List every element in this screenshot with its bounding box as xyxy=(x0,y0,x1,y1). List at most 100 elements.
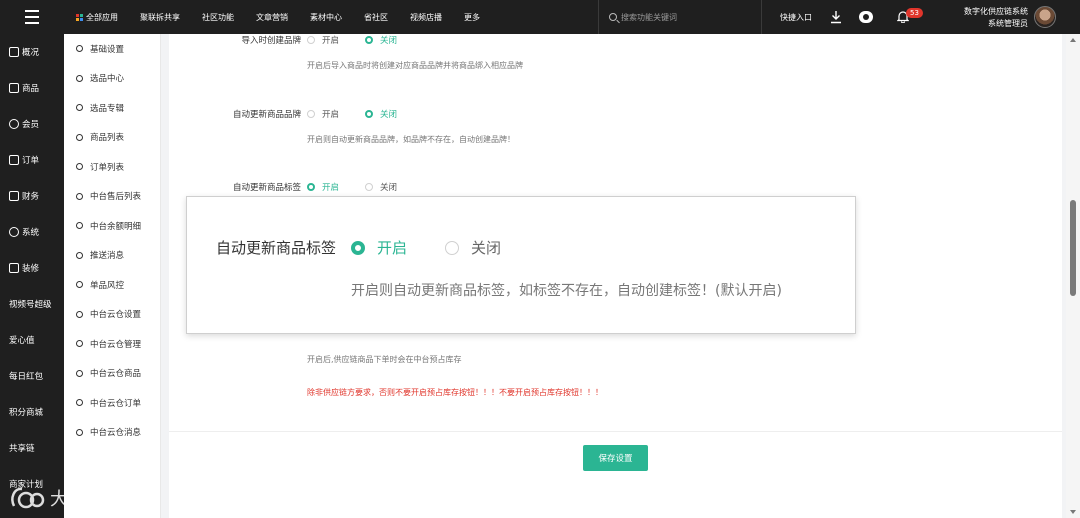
quick-entry-link[interactable]: 快捷入口 xyxy=(780,12,812,23)
user-info[interactable]: 数字化供应链系统 系统管理员 xyxy=(964,6,1028,30)
sidebar-item-share-chain[interactable]: 共享链 xyxy=(0,430,64,466)
goods-icon xyxy=(9,83,19,93)
submenu-item-label: 基础设置 xyxy=(90,44,125,55)
zoom-auto-update-tag-off-radio[interactable]: 关闭 xyxy=(445,237,501,258)
circle-icon xyxy=(76,45,83,53)
sidebar-item-label: 订单 xyxy=(22,156,40,166)
scroll-down-icon[interactable] xyxy=(1070,510,1076,514)
submenu-item-label: 商品列表 xyxy=(90,133,125,144)
apps-icon xyxy=(76,13,83,21)
radio-label: 关闭 xyxy=(380,183,398,193)
finance-icon xyxy=(9,191,19,201)
sidebar-item-love-value[interactable]: 爱心值 xyxy=(0,322,64,358)
submenu-item-label: 中台云仓商品 xyxy=(90,369,142,380)
submenu-item-basic-settings[interactable]: 基础设置 xyxy=(64,34,160,64)
nav-all-apps[interactable]: 全部应用 xyxy=(76,12,118,23)
sidebar-item-label: 商品 xyxy=(22,84,40,94)
submenu-item-label: 中台云仓订单 xyxy=(90,398,142,409)
import-create-brand-hint: 开启后导入商品时将创建对应商品品牌并将商品绑入相应品牌 xyxy=(307,61,523,70)
circle-icon xyxy=(76,310,83,318)
submenu-item-risk-control[interactable]: 单品风控 xyxy=(64,270,160,300)
circle-icon xyxy=(76,104,83,112)
circle-icon xyxy=(76,133,83,141)
circle-icon xyxy=(76,369,83,377)
sidebar-item-finance[interactable]: 财务 xyxy=(0,178,64,214)
circle-icon xyxy=(76,251,83,259)
zoom-callout: 自动更新商品标签 开启 关闭 开启则自动更新商品标签，如标签不存在，自动创建标签… xyxy=(186,196,856,334)
submenu-item-push-message[interactable]: 推送消息 xyxy=(64,241,160,271)
download-icon[interactable] xyxy=(830,10,842,24)
nav-article-marketing[interactable]: 文章营销 xyxy=(256,12,288,23)
submenu-item-aftersale-list[interactable]: 中台售后列表 xyxy=(64,182,160,212)
cart-icon xyxy=(9,155,19,165)
sidebar-item-system[interactable]: 系统 xyxy=(0,214,64,250)
sidebar-item-goods[interactable]: 商品 xyxy=(0,70,64,106)
submenu-item-label: 选品专辑 xyxy=(90,103,125,114)
submenu-item-label: 订单列表 xyxy=(90,162,125,173)
scrollbar-thumb[interactable] xyxy=(1070,200,1076,296)
submenu-item-goods-list[interactable]: 商品列表 xyxy=(64,123,160,153)
sidebar-item-daily-redpacket[interactable]: 每日红包 xyxy=(0,358,64,394)
sidebar-item-orders[interactable]: 订单 xyxy=(0,142,64,178)
submenu-item-label: 选品中心 xyxy=(90,74,125,85)
hamburger-icon[interactable] xyxy=(0,0,64,34)
watermark: 大数跨境 xyxy=(8,484,126,512)
watermark-logo-icon xyxy=(11,487,45,509)
radio-label: 开启 xyxy=(322,110,340,120)
submenu-item-balance-detail[interactable]: 中台余额明细 xyxy=(64,211,160,241)
save-button[interactable]: 保存设置 xyxy=(583,445,648,471)
auto-update-brand-label: 自动更新商品品牌 xyxy=(232,110,301,120)
nav-community[interactable]: 社区功能 xyxy=(202,12,234,23)
submenu-item-label: 推送消息 xyxy=(90,251,125,262)
submenu-item-cloud-orders[interactable]: 中台云仓订单 xyxy=(64,388,160,418)
auto-update-brand-hint: 开启则自动更新商品品牌，如品牌不存在，自动创建品牌！ xyxy=(307,135,515,144)
zoom-auto-update-tag-on-radio[interactable]: 开启 xyxy=(351,237,407,258)
auto-update-tag-off-radio[interactable]: 关闭 xyxy=(365,181,397,193)
avatar[interactable] xyxy=(1034,6,1056,28)
submenu-item-label: 中台余额明细 xyxy=(90,221,142,232)
nav-video-live[interactable]: 视频店播 xyxy=(410,12,442,23)
sidebar-item-points-mall[interactable]: 积分商城 xyxy=(0,394,64,430)
scrollbar[interactable] xyxy=(1066,34,1080,518)
watermark-text: 大数跨境 xyxy=(50,489,126,510)
brush-icon xyxy=(9,263,19,273)
submenu-item-selection-album[interactable]: 选品专辑 xyxy=(64,93,160,123)
user-role: 系统管理员 xyxy=(988,19,1028,28)
sidebar-item-decoration[interactable]: 装修 xyxy=(0,250,64,286)
sidebar-item-overview[interactable]: 概况 xyxy=(0,34,64,70)
nav-province-community[interactable]: 省社区 xyxy=(364,12,388,23)
nav-material-center[interactable]: 素材中心 xyxy=(310,12,342,23)
submenu-item-cloud-messages[interactable]: 中台云仓消息 xyxy=(64,418,160,448)
circle-icon xyxy=(76,428,83,436)
circle-icon xyxy=(76,222,83,230)
sidebar-item-label: 会员 xyxy=(22,120,40,130)
submenu: 基础设置 选品中心 选品专辑 商品列表 订单列表 中台售后列表 中台余额明细 推… xyxy=(64,34,161,518)
auto-update-tag-on-radio[interactable]: 开启 xyxy=(307,181,339,193)
search-icon xyxy=(609,13,617,21)
sidebar-item-members[interactable]: 会员 xyxy=(0,106,64,142)
circle-icon xyxy=(76,192,83,200)
eye-icon[interactable] xyxy=(859,11,873,23)
gear-icon xyxy=(9,227,19,237)
radio-label: 开启 xyxy=(322,36,340,46)
top-bar: 全部应用 聚联拆共享 社区功能 文章营销 素材中心 省社区 视频店播 更多 搜索… xyxy=(0,0,1080,34)
scroll-up-icon[interactable] xyxy=(1070,38,1076,42)
submenu-item-selection-center[interactable]: 选品中心 xyxy=(64,64,160,94)
nav-more[interactable]: 更多 xyxy=(464,12,480,23)
search-input[interactable]: 搜索功能关键词 xyxy=(598,0,762,34)
submenu-item-order-list[interactable]: 订单列表 xyxy=(64,152,160,182)
zoom-auto-update-tag-hint: 开启则自动更新商品标签，如标签不存在，自动创建标签！(默认开启) xyxy=(351,283,782,299)
sidebar-item-video-super[interactable]: 视频号超级 xyxy=(0,286,64,322)
user-org: 数字化供应链系统 xyxy=(964,7,1028,16)
submenu-item-cloud-management[interactable]: 中台云仓管理 xyxy=(64,329,160,359)
nav-share[interactable]: 聚联拆共享 xyxy=(140,12,180,23)
submenu-item-label: 中台云仓管理 xyxy=(90,339,142,350)
auto-update-brand-on-radio[interactable]: 开启 xyxy=(307,108,339,120)
sidebar-item-label: 装修 xyxy=(22,264,40,274)
preoccupy-stock-warning: 除非供应链方要求，否则不要开启预占库存按钮！！！不要开启预占库存按钮！！！ xyxy=(307,388,603,397)
import-create-brand-off-radio[interactable]: 关闭 xyxy=(365,34,397,46)
import-create-brand-on-radio[interactable]: 开启 xyxy=(307,34,339,46)
submenu-item-cloud-goods[interactable]: 中台云仓商品 xyxy=(64,359,160,389)
auto-update-brand-off-radio[interactable]: 关闭 xyxy=(365,108,397,120)
submenu-item-cloud-settings[interactable]: 中台云仓设置 xyxy=(64,300,160,330)
